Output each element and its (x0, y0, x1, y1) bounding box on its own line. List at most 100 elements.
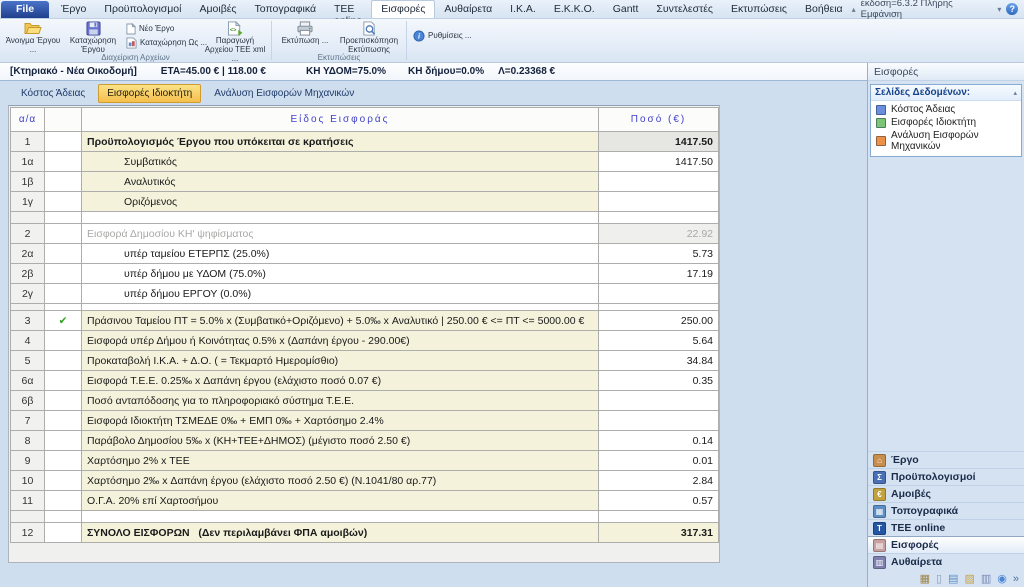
table-row[interactable]: 2α υπέρ ταμείου ΕΤΕΡΠΣ (25.0%) 5.73 (11, 244, 719, 264)
row-amount[interactable]: 0.57 (599, 491, 719, 511)
module-nav-item[interactable]: Τ TEE online (868, 519, 1024, 536)
row-amount[interactable]: 5.73 (599, 244, 719, 264)
data-page-item[interactable]: Εισφορές Ιδιοκτήτη (871, 116, 1021, 129)
settings-button[interactable]: i Ρυθμίσεις ... (410, 29, 474, 42)
row-description[interactable]: Εισφορά Τ.Ε.Ε. 0.25‰ x Δαπάνη έργου (ελά… (82, 371, 599, 391)
row-amount[interactable]: 34.84 (599, 351, 719, 371)
row-amount[interactable]: 17.19 (599, 264, 719, 284)
row-description[interactable]: Αναλυτικός (82, 172, 599, 192)
table-row[interactable] (11, 212, 719, 224)
ribbon-tab[interactable]: Προϋπολογισμοί (95, 0, 190, 18)
table-row[interactable]: 1β Αναλυτικός (11, 172, 719, 192)
row-amount[interactable]: 1417.50 (599, 152, 719, 172)
row-amount[interactable]: 22.92 (599, 224, 719, 244)
ribbon-tab[interactable]: TEE online (325, 0, 371, 18)
ribbon-tab[interactable]: Αμοιβές (190, 0, 245, 18)
row-amount[interactable] (599, 391, 719, 411)
table-row[interactable]: 9 Χαρτόσημο 2% x ΤΕΕ 0.01 (11, 451, 719, 471)
row-amount[interactable]: 0.14 (599, 431, 719, 451)
row-description[interactable]: Προκαταβολή Ι.Κ.Α. + Δ.Ο. ( = Τεκμαρτό Η… (82, 351, 599, 371)
table-row[interactable]: 6α Εισφορά Τ.Ε.Ε. 0.25‰ x Δαπάνη έργου (… (11, 371, 719, 391)
ribbon-tab[interactable]: Βοήθεια (796, 0, 852, 18)
row-description[interactable]: Παράβολο Δημοσίου 5‰ x (ΚΗ+ΤΕΕ+ΔΗΜΟΣ) (μ… (82, 431, 599, 451)
folder-icon[interactable]: ▨ (964, 574, 974, 585)
row-amount[interactable]: 5.64 (599, 331, 719, 351)
row-amount[interactable]: 0.35 (599, 371, 719, 391)
table-row[interactable] (11, 304, 719, 311)
data-page-item[interactable]: Ανάλυση Εισφορών Μηχανικών (871, 129, 1021, 153)
table-row[interactable]: 11 Ο.Γ.Α. 20% επί Χαρτοσήμου 0.57 (11, 491, 719, 511)
page-tab[interactable]: Κόστος Άδειας (12, 84, 94, 103)
table-row[interactable] (11, 511, 719, 523)
save-project-button[interactable]: Καταχώρηση Έργου (63, 20, 123, 51)
print-button[interactable]: Εκτύπωση ... (275, 20, 335, 51)
data-pages-header[interactable]: Σελίδες Δεδομένων: ▴ (871, 85, 1021, 101)
print-preview-button[interactable]: Προεπισκόπηση Εκτύπωσης (335, 20, 403, 51)
chevron-down-icon[interactable]: ▾ (997, 5, 1001, 14)
ribbon-tab[interactable]: Gantt (604, 0, 648, 18)
module-nav-item[interactable]: ⌂ Έργο (868, 451, 1024, 468)
row-description[interactable]: Εισφορά Δημοσίου ΚΗ' ψηφίσματος (82, 224, 599, 244)
book-icon[interactable]: ▥ (981, 574, 991, 585)
table-row[interactable]: 4 Εισφορά υπέρ Δήμου ή Κοινότητας 0.5% x… (11, 331, 719, 351)
row-amount[interactable] (599, 411, 719, 431)
ribbon-tab[interactable]: Συντελεστές (647, 0, 722, 18)
table-row[interactable]: 2β υπέρ δήμου με ΥΔΟΜ (75.0%) 17.19 (11, 264, 719, 284)
ribbon-tab[interactable]: Εισφορές (371, 0, 435, 18)
row-amount[interactable]: 0.01 (599, 451, 719, 471)
collapse-icon[interactable]: ▴ (1013, 89, 1017, 97)
module-nav-item[interactable]: € Αμοιβές (868, 485, 1024, 502)
table-row[interactable]: 8 Παράβολο Δημοσίου 5‰ x (ΚΗ+ΤΕΕ+ΔΗΜΟΣ) … (11, 431, 719, 451)
row-amount[interactable] (599, 172, 719, 192)
table-row[interactable]: 5 Προκαταβολή Ι.Κ.Α. + Δ.Ο. ( = Τεκμαρτό… (11, 351, 719, 371)
row-description[interactable]: υπέρ δήμου ΕΡΓΟΥ (0.0%) (82, 284, 599, 304)
data-page-item[interactable]: Κόστος Άδειας (871, 103, 1021, 116)
table-row[interactable]: 7 Εισφορά Ιδιοκτήτη ΤΣΜΕΔΕ 0‰ + ΕΜΠ 0‰ +… (11, 411, 719, 431)
ribbon-tab[interactable]: Ι.Κ.Α. (501, 0, 545, 18)
table-row[interactable]: 1 Προϋπολογισμός Έργου που υπόκειται σε … (11, 132, 719, 152)
save-as-button[interactable]: Καταχώρηση Ως ... (123, 36, 201, 49)
table-row[interactable]: 10 Χαρτόσημο 2‰ x Δαπάνη έργου (ελάχιστο… (11, 471, 719, 491)
row-description[interactable]: Ο.Γ.Α. 20% επί Χαρτοσήμου (82, 491, 599, 511)
window-icon[interactable]: ▤ (948, 574, 958, 585)
table-row[interactable]: 2 Εισφορά Δημοσίου ΚΗ' ψηφίσματος 22.92 (11, 224, 719, 244)
table-row[interactable]: 2γ υπέρ δήμου ΕΡΓΟΥ (0.0%) (11, 284, 719, 304)
document-icon[interactable]: ▯ (936, 574, 942, 585)
row-amount[interactable] (599, 192, 719, 212)
module-nav-item[interactable]: ▥ Αυθαίρετα (868, 553, 1024, 570)
row-amount[interactable]: 250.00 (599, 311, 719, 331)
row-amount[interactable] (599, 284, 719, 304)
row-description[interactable]: Χαρτόσημο 2‰ x Δαπάνη έργου (ελάχιστο πο… (82, 471, 599, 491)
generate-tee-xml-button[interactable]: <> Παραγωγή Αρχείου ΤΕΕ xml ... (202, 20, 268, 51)
row-description[interactable]: Προϋπολογισμός Έργου που υπόκειται σε κρ… (82, 132, 599, 152)
row-description[interactable]: Συμβατικός (82, 152, 599, 172)
file-tab[interactable]: File (1, 1, 49, 18)
new-project-button[interactable]: Νέο Έργο (123, 22, 201, 35)
row-description[interactable]: Εισφορά Ιδιοκτήτη ΤΣΜΕΔΕ 0‰ + ΕΜΠ 0‰ + Χ… (82, 411, 599, 431)
ribbon-tab[interactable]: Έργο (52, 0, 95, 18)
ribbon-tab[interactable]: Εκτυπώσεις (722, 0, 796, 18)
table-row[interactable]: 1α Συμβατικός 1417.50 (11, 152, 719, 172)
row-amount[interactable]: 1417.50 (599, 132, 719, 152)
minimize-ribbon-icon[interactable]: ▴ (852, 5, 856, 14)
ribbon-tab[interactable]: Ε.Κ.Κ.Ο. (545, 0, 604, 18)
help-globe-icon[interactable]: ◉ (997, 574, 1007, 585)
row-description[interactable]: Εισφορά υπέρ Δήμου ή Κοινότητας 0.5% x (… (82, 331, 599, 351)
module-nav-item[interactable]: Σ Προϋπολογισμοί (868, 468, 1024, 485)
row-description[interactable]: υπέρ ταμείου ΕΤΕΡΠΣ (25.0%) (82, 244, 599, 264)
page-tab[interactable]: Ανάλυση Εισφορών Μηχανικών (205, 84, 363, 103)
table-row[interactable]: 6β Ποσό ανταπόδοσης για το πληροφοριακό … (11, 391, 719, 411)
row-amount[interactable] (599, 304, 719, 311)
row-amount[interactable] (599, 212, 719, 224)
ribbon-tab[interactable]: Τοπογραφικά (246, 0, 326, 18)
row-description[interactable] (82, 212, 599, 224)
row-amount[interactable]: 317.31 (599, 523, 719, 543)
projects-icon[interactable]: ▦ (920, 574, 930, 585)
row-description[interactable]: Ποσό ανταπόδοσης για το πληροφοριακό σύσ… (82, 391, 599, 411)
page-tab[interactable]: Εισφορές Ιδιοκτήτη (98, 84, 201, 103)
overflow-chevron-icon[interactable]: » (1013, 574, 1019, 585)
row-description[interactable]: Χαρτόσημο 2% x ΤΕΕ (82, 451, 599, 471)
row-description[interactable] (82, 304, 599, 311)
help-icon[interactable]: ? (1006, 3, 1018, 15)
row-description[interactable]: Οριζόμενος (82, 192, 599, 212)
